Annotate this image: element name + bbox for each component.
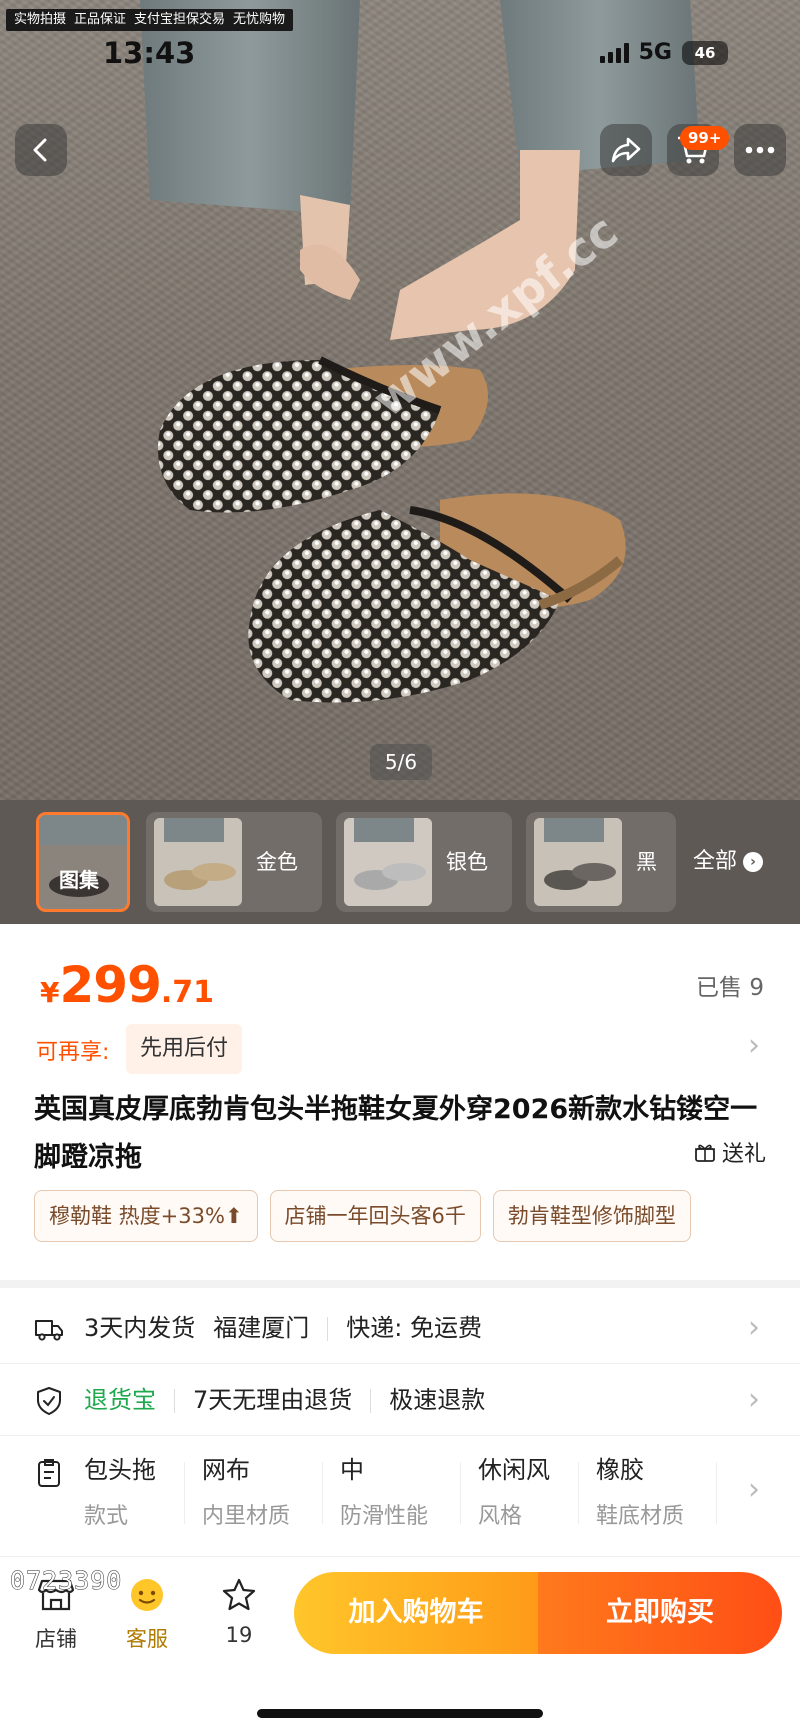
chevron-right-icon: › [748,1310,760,1345]
favorite-count: 19 [225,1623,253,1647]
shipping-row[interactable]: 3天内发货 福建厦门 快递: 免运费 › [0,1292,800,1364]
shop-label: 店铺 [35,1627,77,1651]
star-icon [222,1578,256,1611]
sold-count: 已售 9 [696,975,764,1001]
all-variants-button[interactable]: 全部 › [693,812,764,912]
attribute-value: 包头拖 [84,1456,156,1484]
attribute-value: 中 [340,1456,364,1484]
delivery-truck-icon [35,1320,63,1341]
attribute-key: 风格 [478,1504,523,1529]
tag-list: 穆勒鞋 热度+33%⬆ 店铺一年回头客6千 勃肯鞋型修饰脚型 [34,1190,800,1244]
battery-icon: 46 [682,40,728,65]
attribute-key: 防滑性能 [340,1504,429,1529]
trust-banner: 实物拍摄 正品保证 支付宝担保交易 无忧购物 [6,9,294,31]
returns-brand: 退货宝 [84,1386,156,1414]
details-card: 3天内发货 福建厦门 快递: 免运费 › 退货宝 7天无理由退货 极速退款 › 包头拖 … [0,1288,800,1556]
shield-check-icon [37,1387,61,1415]
thumb-black[interactable]: 黑色 [526,812,676,912]
thumb-gold[interactable]: 金色 [146,812,322,912]
divider [716,1462,717,1524]
thumb-label: 银色 [446,850,488,874]
attributes-row[interactable]: 包头拖 款式 网布 内里材质 中 防滑性能 休闲风 风格 橡胶 鞋底材质 › [0,1438,800,1548]
attribute-key: 鞋底材质 [596,1504,685,1529]
divider [370,1389,372,1413]
attribute-value: 橡胶 [596,1456,644,1484]
variant-strip: 图集 金色 银色 黑色 全部 › [0,800,800,924]
gift-button[interactable]: 送礼 [694,1136,766,1168]
share-icon [611,137,641,163]
add-to-cart-button[interactable]: 加入购物车 [294,1572,538,1654]
chevron-right-icon: › [748,1382,760,1417]
network-label: 5G [638,40,672,65]
thumb-image [154,818,242,906]
tag-chip[interactable]: 勃肯鞋型修饰脚型 [492,1190,691,1242]
section-divider [0,1280,800,1288]
gift-label: 送礼 [721,1142,766,1167]
credit-label: 可再享: [36,1040,110,1065]
attribute-value: 网布 [202,1456,250,1484]
attribute-key: 款式 [84,1504,129,1529]
ship-time: 3天内发货 [84,1314,196,1342]
thumb-image [344,818,432,906]
tag-chip[interactable]: 店铺一年回头客6千 [269,1190,481,1242]
thumb-label: 黑色 [636,850,657,874]
price-decimal: .71 [160,975,215,1010]
customer-service-icon [131,1579,163,1611]
refund-speed: 极速退款 [389,1386,486,1414]
more-button[interactable] [734,124,786,176]
image-counter: 5/6 [370,744,432,780]
chevron-right-icon: › [743,852,764,872]
status-time: 13:43 [103,36,196,70]
banner-item: 支付宝担保交易 [134,12,226,27]
divider [322,1462,323,1524]
price-integer: 299 [59,956,161,1014]
thumb-silver[interactable]: 银色 [336,812,512,912]
chevron-right-icon: › [748,1472,760,1507]
chevron-left-icon [33,138,47,162]
returns-policy: 7天无理由退货 [193,1386,353,1414]
image-code: 0723390 [9,1566,123,1596]
buy-now-button[interactable]: 立即购买 [538,1572,782,1654]
divider [460,1462,461,1524]
thumb-gallery[interactable]: 图集 [36,812,130,912]
banner-item: 无忧购物 [233,12,286,27]
tag-chip[interactable]: 穆勒鞋 热度+33%⬆ [34,1190,258,1242]
banner-item: 实物拍摄 [14,12,67,27]
status-indicators: 5G 46 [599,40,728,65]
product-photo: www.xpf.cc [140,0,700,703]
cart-count-badge: 99+ [680,126,730,150]
product-image[interactable]: www.xpf.cc 实物拍摄 正品保证 支付宝担保交易 无忧购物 13:43 5G … [0,0,800,800]
more-dots-icon [745,146,775,154]
divider [174,1389,175,1413]
attribute-key: 内里材质 [202,1504,291,1529]
price: ¥299.71 [40,956,214,1014]
returns-row[interactable]: 退货宝 7天无理由退货 极速退款 › [0,1364,800,1436]
divider [578,1462,579,1524]
clipboard-icon [38,1459,60,1487]
chevron-right-icon[interactable]: › [748,1028,760,1063]
thumb-image [534,818,622,906]
home-indicator[interactable] [257,1709,543,1718]
divider [327,1317,329,1341]
gift-icon [694,1144,715,1162]
price-currency: ¥ [40,976,60,1009]
divider [184,1462,185,1524]
product-title: 英国真皮厚底勃肯包头半拖鞋女夏外穿2026新款水钻镂空一脚蹬凉拖 [34,1094,758,1173]
pay-later-chip[interactable]: 先用后付 [126,1024,243,1074]
attribute-value: 休闲风 [478,1456,550,1484]
favorite-button[interactable]: 19 [204,1577,274,1647]
all-variants-label: 全部 [693,849,738,874]
thumb-label: 金色 [256,850,298,874]
ship-origin: 福建厦门 [213,1314,310,1342]
back-button[interactable] [15,124,67,176]
customer-service-button[interactable]: 客服 [112,1577,182,1653]
service-label: 客服 [126,1627,168,1651]
ship-fee: 快递: 免运费 [346,1314,482,1342]
product-info: ¥299.71 已售 9 可再享: 先用后付 › 英国真皮厚底勃肯包头半拖鞋女夏… [0,924,800,1280]
share-button[interactable] [600,124,652,176]
thumb-label: 图集 [59,868,99,892]
signal-icon [599,42,629,63]
banner-item: 正品保证 [74,12,127,27]
battery-level: 46 [694,43,716,62]
